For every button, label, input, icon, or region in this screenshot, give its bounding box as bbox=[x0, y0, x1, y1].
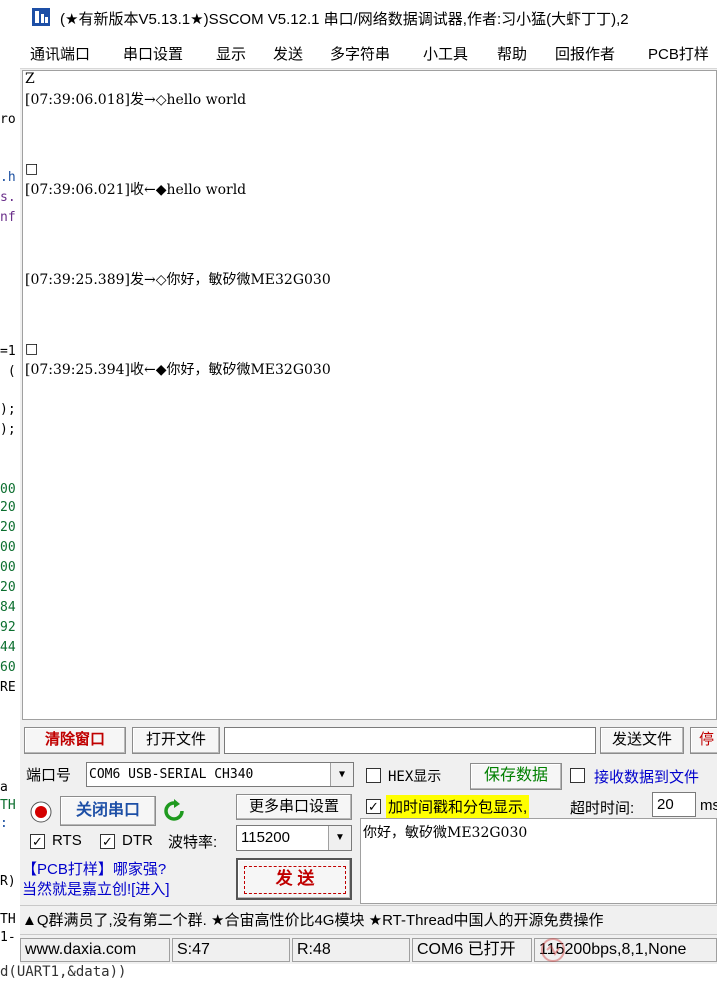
menu-serial-settings[interactable]: 串口设置 bbox=[123, 43, 183, 64]
send-text-content: 你好，敏矽微ME32G030 bbox=[363, 825, 528, 841]
status-port-state: COM6 已打开 bbox=[412, 938, 532, 962]
timeout-label: 超时时间: bbox=[570, 800, 635, 817]
status-website[interactable]: www.daxia.com bbox=[20, 938, 170, 962]
code-fragment: ( bbox=[0, 364, 16, 379]
chevron-down-icon[interactable]: ▼ bbox=[330, 763, 353, 786]
menu-help[interactable]: 帮助 bbox=[497, 43, 527, 64]
open-file-button[interactable]: 打开文件 bbox=[132, 727, 220, 754]
promo-line-2[interactable]: 当然就是嘉立创![进入] bbox=[22, 878, 170, 899]
port-label: 端口号 bbox=[26, 767, 72, 784]
dtr-checkbox[interactable]: ✓ bbox=[100, 834, 115, 849]
hex-display-checkbox[interactable] bbox=[366, 768, 381, 783]
code-fragment: =1 bbox=[0, 344, 16, 359]
background-editor-code: d(UART1,&data)) bbox=[0, 964, 717, 982]
chevron-down-icon[interactable]: ▼ bbox=[328, 826, 351, 850]
send-button[interactable]: 发 送 bbox=[244, 866, 346, 894]
send-text-input[interactable]: 你好，敏矽微ME32G030 bbox=[360, 818, 717, 904]
app-icon bbox=[30, 6, 52, 28]
timeout-input[interactable]: 20 bbox=[652, 792, 696, 817]
watermark-logo-icon bbox=[541, 938, 565, 962]
baud-label: 波特率: bbox=[168, 834, 218, 851]
status-sent-count: S:47 bbox=[172, 938, 290, 962]
file-path-input[interactable] bbox=[224, 727, 596, 754]
code-fragment: 60 bbox=[0, 660, 16, 675]
code-fragment: d(UART1,&data)) bbox=[0, 964, 127, 980]
receive-to-file-label[interactable]: 接收数据到文件 bbox=[594, 766, 699, 787]
refresh-icon[interactable] bbox=[162, 799, 186, 823]
menu-feedback[interactable]: 回报作者 bbox=[555, 43, 615, 64]
receive-line: [07:39:25.394]收←◆你好，敏矽微ME32G030 bbox=[25, 362, 331, 378]
menu-tools[interactable]: 小工具 bbox=[423, 43, 468, 64]
window-title: (★有新版本V5.13.1★)SSCOM V5.12.1 串口/网络数据调试器,… bbox=[60, 11, 629, 28]
receive-line: Z bbox=[25, 71, 35, 87]
send-button-frame[interactable]: 发 送 bbox=[236, 858, 352, 900]
code-fragment: 20 bbox=[0, 580, 16, 595]
baud-select-value: 115200 bbox=[241, 829, 290, 846]
code-fragment: s. bbox=[0, 190, 16, 205]
receive-line: [07:39:06.021]收←◆hello world bbox=[25, 182, 247, 198]
code-fragment: .h bbox=[0, 170, 16, 185]
menu-comm-port[interactable]: 通讯端口 bbox=[30, 43, 90, 64]
code-fragment: TH bbox=[0, 798, 16, 813]
rts-label: RTS bbox=[52, 832, 82, 849]
code-fragment: R) bbox=[0, 874, 16, 889]
news-ticker[interactable]: ▲Q群满员了,没有第二个群. ★合宙高性价比4G模块 ★RT-Thread中国人… bbox=[20, 905, 717, 932]
code-fragment: 92 bbox=[0, 620, 16, 635]
save-data-button[interactable]: 保存数据 bbox=[470, 763, 562, 790]
rts-checkbox[interactable]: ✓ bbox=[30, 834, 45, 849]
menu-multi-string[interactable]: 多字符串 bbox=[330, 43, 390, 64]
port-select[interactable]: COM6 USB-SERIAL CH340 ▼ bbox=[86, 762, 354, 787]
receive-window[interactable]: Z [07:39:06.018]发→◇hello world □ [07:39:… bbox=[22, 70, 717, 720]
code-fragment: TH bbox=[0, 912, 16, 927]
ticker-text[interactable]: ▲Q群满员了,没有第二个群. ★合宙高性价比4G模块 ★RT-Thread中国人… bbox=[22, 909, 604, 930]
hex-display-label: HEX显示 bbox=[388, 769, 442, 785]
status-received-count: R:48 bbox=[292, 938, 410, 962]
receive-line: [07:39:25.389]发→◇你好，敏矽微ME32G030 bbox=[25, 272, 331, 288]
code-fragment: 20 bbox=[0, 500, 16, 515]
send-file-button[interactable]: 发送文件 bbox=[600, 727, 684, 754]
menu-bar: 通讯端口 串口设置 显示 发送 多字符串 小工具 帮助 回报作者 PCB打样 bbox=[20, 36, 717, 69]
baud-select[interactable]: 115200 ▼ bbox=[236, 825, 352, 851]
code-fragment: 00 bbox=[0, 560, 16, 575]
code-fragment: nf bbox=[0, 210, 16, 225]
timestamp-label: 加时间戳和分包显示, bbox=[386, 795, 530, 818]
code-fragment: a bbox=[0, 780, 8, 795]
promo-link[interactable]: 【PCB打样】哪家强? 当然就是嘉立创![进入] bbox=[20, 858, 232, 900]
code-fragment: ro bbox=[0, 112, 16, 127]
menu-pcb[interactable]: PCB打样 bbox=[648, 43, 709, 64]
menu-send[interactable]: 发送 bbox=[273, 43, 303, 64]
timestamp-checkbox[interactable]: ✓ bbox=[366, 799, 381, 814]
code-fragment: 20 bbox=[0, 520, 16, 535]
more-serial-settings-button[interactable]: 更多串口设置 bbox=[236, 794, 352, 820]
stop-button[interactable]: 停 bbox=[690, 727, 717, 754]
title-bar[interactable]: (★有新版本V5.13.1★)SSCOM V5.12.1 串口/网络数据调试器,… bbox=[20, 0, 717, 36]
receive-line: □ bbox=[25, 161, 39, 177]
watermark bbox=[540, 936, 710, 964]
port-select-value: COM6 USB-SERIAL CH340 bbox=[89, 767, 254, 782]
dtr-label: DTR bbox=[122, 832, 153, 849]
close-port-button[interactable]: 关闭串口 bbox=[60, 796, 156, 826]
menu-display[interactable]: 显示 bbox=[216, 43, 246, 64]
background-editor-strip: ro .h s. nf =1 ( ); ); 00 20 20 00 00 20… bbox=[0, 0, 20, 982]
code-fragment: 1- bbox=[0, 930, 16, 945]
clear-window-button[interactable]: 清除窗口 bbox=[24, 727, 126, 754]
receive-to-file-checkbox[interactable] bbox=[570, 768, 585, 783]
code-fragment: : bbox=[0, 816, 8, 831]
timeout-unit: ms bbox=[700, 797, 717, 814]
promo-line-1[interactable]: 【PCB打样】哪家强? bbox=[22, 858, 166, 879]
code-fragment: ); bbox=[0, 422, 16, 437]
receive-line: [07:39:06.018]发→◇hello world bbox=[25, 92, 247, 108]
code-fragment: 44 bbox=[0, 640, 16, 655]
code-fragment: RE bbox=[0, 680, 16, 695]
receive-line: □ bbox=[25, 341, 39, 357]
code-fragment: ); bbox=[0, 402, 16, 417]
code-fragment: 84 bbox=[0, 600, 16, 615]
code-fragment: 00 bbox=[0, 540, 16, 555]
code-fragment: 00 bbox=[0, 482, 16, 497]
port-status-indicator-icon bbox=[30, 801, 52, 823]
